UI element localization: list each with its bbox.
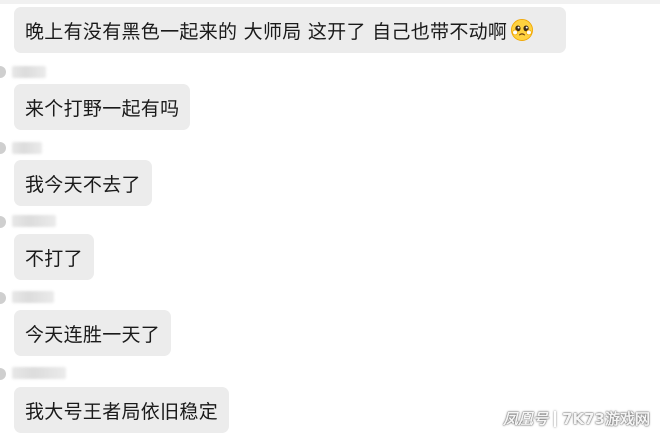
avatar[interactable] (0, 66, 6, 78)
message-bubble-4[interactable]: 不打了 (14, 234, 94, 280)
message-bubble-5[interactable]: 今天连胜一天了 (14, 310, 172, 356)
message-text-2: 来个打野一起有吗 (25, 97, 180, 120)
chat-screenshot: 晚上有没有黑色一起来的 大师局 这开了 自己也带不动啊 来个打野一起有吗 我今天… (0, 0, 660, 439)
sender-name-blurred (12, 66, 46, 78)
sender-name-blurred (12, 367, 66, 379)
avatar[interactable] (0, 142, 6, 154)
message-text-4: 不打了 (25, 247, 83, 270)
sender-name-blurred (12, 142, 42, 154)
message-bubble-3[interactable]: 我今天不去了 (14, 160, 152, 206)
watermark-right: 7K73游戏网 (562, 410, 650, 428)
watermark-left: 凤凰号 (503, 410, 549, 428)
message-bubble-6[interactable]: 我大号王者局依旧稳定 (14, 387, 230, 433)
avatar[interactable] (0, 368, 6, 380)
top-edge (0, 0, 660, 4)
message-text-1: 晚上有没有黑色一起来的 大师局 这开了 自己也带不动啊 (25, 20, 508, 43)
message-bubble-2[interactable]: 来个打野一起有吗 (14, 84, 191, 130)
message-text-5: 今天连胜一天了 (25, 323, 161, 346)
sender-name-blurred (12, 291, 54, 303)
pleading-face-icon (511, 19, 534, 41)
message-bubble-1[interactable]: 晚上有没有黑色一起来的 大师局 这开了 自己也带不动啊 (14, 7, 566, 53)
message-text-3: 我今天不去了 (25, 173, 141, 196)
watermark-divider (554, 410, 557, 427)
avatar[interactable] (0, 216, 6, 228)
message-text-6: 我大号王者局依旧稳定 (25, 400, 219, 423)
sender-name-blurred (12, 215, 56, 227)
watermark: 凤凰号 7K73游戏网 (503, 408, 650, 429)
avatar[interactable] (0, 292, 6, 304)
